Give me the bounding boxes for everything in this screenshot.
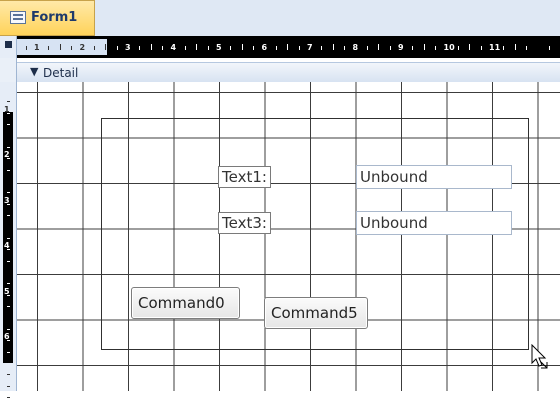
ruler-tick [241, 44, 243, 50]
section-label: Detail [43, 66, 79, 80]
ruler-tick [71, 46, 73, 50]
ruler-tick [389, 46, 391, 50]
ruler-tick [7, 294, 10, 296]
ruler-tick [7, 101, 10, 103]
ruler-tick [48, 46, 50, 50]
ruler-tick [514, 44, 516, 50]
ruler-tick [7, 351, 10, 353]
ruler-tick [7, 112, 10, 114]
ruler-number: 1 [34, 43, 40, 52]
ruler-tick [150, 44, 152, 50]
ruler-tick [184, 46, 186, 50]
ruler-tick [162, 46, 164, 50]
ruler-tick [93, 46, 95, 50]
form-icon [10, 11, 26, 24]
tab-form1[interactable]: Form1 [0, 0, 95, 36]
ruler-number: 9 [398, 43, 404, 52]
ruler-tick [139, 46, 141, 50]
ruler-tick [7, 146, 10, 148]
ruler-tick [457, 46, 459, 50]
command-button-5[interactable]: Command5 [264, 297, 368, 329]
ruler-tick [207, 46, 209, 50]
ruler-number: 11 [489, 43, 501, 52]
ruler-tick [332, 44, 334, 50]
ruler-number: 2 [79, 43, 86, 52]
ruler-tick [275, 46, 277, 50]
ruler-tick [7, 203, 10, 205]
ruler-number: 4 [170, 43, 177, 52]
ruler-tick [7, 374, 10, 376]
ruler-number: 10 [443, 43, 455, 52]
ruler-tick [480, 46, 482, 50]
ruler-tick [7, 260, 10, 262]
textbox-text1[interactable]: Unbound [356, 165, 512, 189]
ruler-tick [298, 46, 300, 50]
ruler-tick [366, 46, 368, 50]
ruler-tick [412, 46, 414, 50]
form-design-view: Form1 1 2 3 4 5 6 7 8 9 10 11 ▼ Detail 123456 Text… [0, 0, 560, 398]
ruler-tick [526, 46, 528, 50]
ruler-tick [321, 46, 323, 50]
document-tab-strip: Form1 [0, 0, 560, 37]
resize-cursor-icon [531, 344, 548, 369]
ruler-tick [548, 46, 550, 50]
form-selector-icon [5, 41, 12, 48]
ruler-tick [105, 44, 107, 50]
detail-section-bar[interactable] [17, 62, 560, 84]
horizontal-ruler[interactable]: 1 2 3 4 5 6 7 8 9 10 11 [17, 36, 560, 58]
ruler-tick [7, 306, 10, 308]
ruler-number: 3 [125, 43, 131, 52]
ruler-tick [423, 44, 425, 50]
command-button-0[interactable]: Command0 [131, 287, 240, 319]
ruler-corner[interactable] [0, 36, 17, 58]
ruler-tick [253, 46, 255, 50]
ruler-tick [7, 385, 10, 387]
ruler-tick [196, 44, 198, 50]
section-selector[interactable] [0, 58, 17, 83]
tab-title: Form1 [31, 10, 78, 25]
ruler-tick [503, 46, 505, 50]
ruler-tick [469, 44, 471, 50]
ruler-tick [59, 44, 61, 50]
ruler-number: 8 [352, 43, 359, 52]
ruler-tick [7, 169, 10, 171]
ruler-number: 6 [261, 43, 268, 52]
ruler-tick [116, 46, 118, 50]
ruler-tick [7, 124, 10, 126]
ruler-tick [7, 215, 10, 217]
section-collapse-icon: ▼ [30, 65, 39, 78]
ruler-tick [7, 249, 10, 251]
ruler-tick [7, 328, 10, 330]
ruler-number: 7 [307, 43, 313, 52]
ruler-tick [378, 44, 380, 50]
ruler-tick [344, 46, 346, 50]
ruler-number: 5 [216, 43, 222, 52]
ruler-tick [7, 340, 10, 342]
ruler-tick [7, 283, 10, 285]
textbox-text3[interactable]: Unbound [356, 211, 512, 235]
ruler-tick [230, 46, 232, 50]
ruler-tick [7, 237, 10, 239]
vertical-ruler[interactable]: 123456 [0, 82, 17, 398]
ruler-tick [7, 192, 10, 194]
ruler-tick [25, 46, 27, 50]
label-text3[interactable]: Text3: [218, 212, 271, 234]
label-text1[interactable]: Text1: [218, 166, 271, 188]
ruler-tick [287, 44, 289, 50]
ruler-tick [7, 158, 10, 160]
ruler-tick [435, 46, 437, 50]
